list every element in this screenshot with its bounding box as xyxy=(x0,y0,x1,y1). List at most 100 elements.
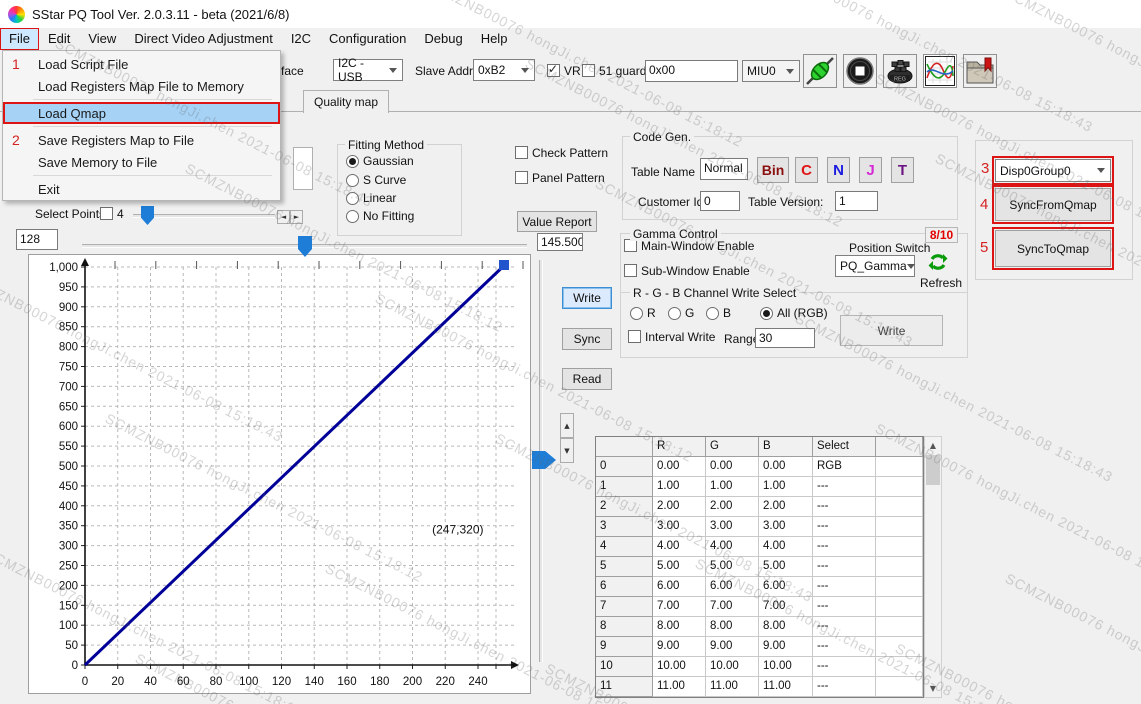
menu-debug[interactable]: Debug xyxy=(415,28,471,50)
table-cell[interactable]: 8.00 xyxy=(653,617,706,637)
table-cell[interactable]: 7.00 xyxy=(706,597,759,617)
table-cell[interactable]: --- xyxy=(813,577,876,597)
rgb-option-g[interactable]: G xyxy=(668,306,694,320)
table-cell[interactable]: 9.00 xyxy=(653,637,706,657)
table-cell[interactable] xyxy=(876,657,923,677)
table-cell[interactable]: 11.00 xyxy=(706,677,759,697)
read-button[interactable]: Read xyxy=(562,368,612,390)
sync-button[interactable]: Sync xyxy=(562,328,612,350)
table-cell[interactable]: 5.00 xyxy=(653,557,706,577)
table-cell[interactable]: 9.00 xyxy=(706,637,759,657)
position-switch-dropdown[interactable]: PQ_Gamma xyxy=(835,255,915,277)
scrollbar-thumb[interactable] xyxy=(926,455,940,485)
select-points-box[interactable] xyxy=(100,207,113,220)
miu-dropdown[interactable]: MIU0 xyxy=(742,60,800,82)
table-scrollbar[interactable]: ▲ ▼ xyxy=(924,436,942,698)
fitting-option-no-fitting[interactable]: No Fitting xyxy=(346,209,414,223)
table-cell[interactable]: 5.00 xyxy=(759,557,813,577)
menu-direct-video-adjustment[interactable]: Direct Video Adjustment xyxy=(125,28,282,50)
table-cell[interactable]: 1.00 xyxy=(759,477,813,497)
table-cell[interactable]: 6 xyxy=(596,577,653,597)
disp-group-dropdown[interactable]: Disp0Group0 xyxy=(995,159,1111,182)
address-input[interactable]: 0x00 xyxy=(645,60,738,82)
table-cell[interactable]: 6.00 xyxy=(706,577,759,597)
sync-from-qmap-button[interactable]: SyncFromQmap xyxy=(995,188,1111,221)
table-cell[interactable]: 9 xyxy=(596,637,653,657)
table-cell[interactable]: 3 xyxy=(596,517,653,537)
points-spin-right-button[interactable]: ► xyxy=(290,210,303,224)
table-cell[interactable]: 11 xyxy=(596,677,653,697)
table-cell[interactable]: 4 xyxy=(596,537,653,557)
table-cell[interactable]: 8.00 xyxy=(759,617,813,637)
table-cell[interactable]: --- xyxy=(813,497,876,517)
table-cell[interactable]: 6.00 xyxy=(653,577,706,597)
table-cell[interactable] xyxy=(876,557,923,577)
points-spin-left-button[interactable]: ◄ xyxy=(277,210,290,224)
fitting-option-s-curve[interactable]: S Curve xyxy=(346,173,406,187)
range-input[interactable]: 30 xyxy=(755,328,815,348)
slave-addr-dropdown[interactable]: 0xB2 xyxy=(473,59,535,81)
value-spin-down-button[interactable]: ▼ xyxy=(560,438,574,463)
table-cell[interactable]: 6.00 xyxy=(759,577,813,597)
rgb-write-button[interactable]: Write xyxy=(840,315,943,346)
write-button[interactable]: Write xyxy=(562,287,612,309)
toolbar-button-connect[interactable] xyxy=(803,54,837,88)
table-cell[interactable]: 11.00 xyxy=(759,677,813,697)
table-cell[interactable]: 3.00 xyxy=(653,517,706,537)
sync-to-qmap-button[interactable]: SyncToQmap xyxy=(995,230,1111,267)
table-cell[interactable]: --- xyxy=(813,617,876,637)
value-report-field[interactable]: 145.5000 xyxy=(537,233,583,251)
table-name-input[interactable]: Normal xyxy=(700,158,748,180)
table-cell[interactable] xyxy=(876,577,923,597)
code-gen-c-button[interactable]: C xyxy=(795,157,818,183)
table-cell[interactable]: 7.00 xyxy=(759,597,813,617)
points-slider-track[interactable] xyxy=(133,214,275,218)
table-cell[interactable]: 2.00 xyxy=(653,497,706,517)
toolbar-button-open[interactable] xyxy=(963,54,997,88)
table-cell[interactable]: 2.00 xyxy=(706,497,759,517)
code-gen-t-button[interactable]: T xyxy=(891,157,914,183)
table-cell[interactable]: --- xyxy=(813,477,876,497)
table-cell[interactable] xyxy=(876,677,923,697)
customer-id-input[interactable]: 0 xyxy=(700,191,740,211)
table-cell[interactable]: 8.00 xyxy=(706,617,759,637)
table-cell[interactable]: --- xyxy=(813,517,876,537)
menu-view[interactable]: View xyxy=(79,28,125,50)
table-cell[interactable]: 5.00 xyxy=(706,557,759,577)
file-menu-item-load-registers-map-file-to-memory[interactable]: Load Registers Map File to Memory xyxy=(3,75,280,97)
guard-checkbox[interactable] xyxy=(582,64,595,77)
table-cell[interactable]: --- xyxy=(813,537,876,557)
table-cell[interactable]: --- xyxy=(813,557,876,577)
toolbar-button-curves[interactable] xyxy=(923,54,957,88)
table-cell[interactable]: 2 xyxy=(596,497,653,517)
code-gen-j-button[interactable]: J xyxy=(859,157,882,183)
menu-help[interactable]: Help xyxy=(472,28,517,50)
rgb-option-all-rgb[interactable]: All (RGB) xyxy=(760,306,828,320)
menu-edit[interactable]: Edit xyxy=(39,28,79,50)
vr-checkbox[interactable] xyxy=(547,64,560,77)
code-gen-n-button[interactable]: N xyxy=(827,157,850,183)
sub-window-enable-checkbox[interactable] xyxy=(624,264,637,277)
table-cell[interactable] xyxy=(876,457,923,477)
interval-write-checkbox[interactable] xyxy=(628,330,641,343)
scroll-down-icon[interactable]: ▼ xyxy=(925,680,941,697)
table-cell[interactable]: --- xyxy=(813,657,876,677)
panel-pattern-checkbox[interactable] xyxy=(515,171,528,184)
table-cell[interactable]: --- xyxy=(813,637,876,657)
table-cell[interactable]: RGB xyxy=(813,457,876,477)
interface-dropdown[interactable]: I2C - USB xyxy=(333,59,403,81)
table-cell[interactable]: 4.00 xyxy=(759,537,813,557)
table-cell[interactable]: 3.00 xyxy=(706,517,759,537)
table-cell[interactable]: 8 xyxy=(596,617,653,637)
table-cell[interactable]: 10 xyxy=(596,657,653,677)
rgb-option-r[interactable]: R xyxy=(630,306,656,320)
menu-configuration[interactable]: Configuration xyxy=(320,28,415,50)
table-cell[interactable]: 4.00 xyxy=(706,537,759,557)
table-cell[interactable]: 7.00 xyxy=(653,597,706,617)
table-cell[interactable] xyxy=(876,597,923,617)
table-cell[interactable] xyxy=(876,537,923,557)
table-cell[interactable] xyxy=(876,517,923,537)
check-pattern-checkbox[interactable] xyxy=(515,146,528,159)
table-version-input[interactable]: 1 xyxy=(835,191,878,211)
table-cell[interactable] xyxy=(876,617,923,637)
